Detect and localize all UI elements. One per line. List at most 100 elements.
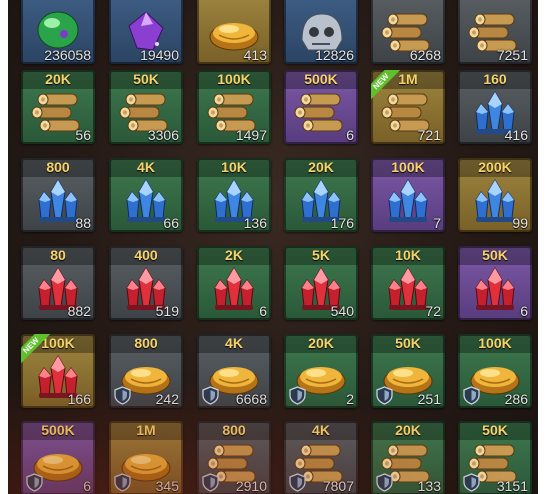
resource-amount-label: 20K [284,334,358,353]
shield-icon [114,473,131,492]
item-count: 1497 [235,127,267,143]
item-slot-red-crystal[interactable]: 2K 6 [197,246,271,320]
shield-icon [289,473,306,492]
item-count: 7807 [322,478,354,494]
item-slot-blue-crystal[interactable]: 800 88 [21,158,95,232]
item-count: 519 [155,303,179,319]
item-count: 136 [243,215,267,231]
item-count: 7 [433,215,441,231]
item-slot-blue-crystal[interactable]: 160 416 [458,70,532,144]
item-count: 7251 [496,47,528,63]
item-slot-wood[interactable]: 50K 3306 [109,70,183,144]
item-slot-wood[interactable]: 800 2910 [197,421,271,494]
item-slot-bread[interactable]: 50K 251 [371,334,445,408]
item-slot-bread[interactable]: 800 242 [109,334,183,408]
resource-amount-label: 400 [109,246,183,265]
resource-amount-label: 2K [197,246,271,265]
item-count: 12826 [315,47,354,63]
item-count: 540 [330,303,354,319]
item-slot-stone-skull[interactable]: 12826 [284,0,358,64]
shield-icon [26,473,43,492]
item-slot-blue-crystal[interactable]: 4K 66 [109,158,183,232]
resource-amount-label: 50K [458,246,532,265]
item-slot-bread[interactable]: 20K 2 [284,334,358,408]
item-count: 251 [417,391,441,407]
item-count: 6 [520,303,528,319]
resource-amount-label: 4K [197,334,271,353]
shield-icon [463,473,480,492]
red-crystal-icon [207,266,261,312]
item-count: 6 [346,127,354,143]
item-slot-wood[interactable]: 4K 7807 [284,421,358,494]
item-slot-red-crystal[interactable]: 5K 540 [284,246,358,320]
item-count: 6268 [409,47,441,63]
item-slot-wood[interactable]: 1M 721 NEW [371,70,445,144]
item-slot-wood[interactable]: 500K 6 [284,70,358,144]
wood-icon [294,90,348,136]
resource-amount-label: 1M [109,421,183,440]
item-slot-blue-crystal[interactable]: 200K 99 [458,158,532,232]
item-count: 99 [512,215,528,231]
item-count: 19490 [140,47,179,63]
item-slot-green-gem[interactable]: 236058 [21,0,95,64]
item-count: 56 [75,127,91,143]
item-slot-bread[interactable]: 1M 345 [109,421,183,494]
item-slot-blue-crystal[interactable]: 10K 136 [197,158,271,232]
item-count: 176 [330,215,354,231]
resource-amount-label: 50K [371,334,445,353]
item-count: 721 [417,127,441,143]
item-slot-bread[interactable]: 100K 286 [458,334,532,408]
resource-amount-label: 4K [284,421,358,440]
resource-amount-label: 50K [109,70,183,89]
item-count: 242 [155,391,179,407]
item-slot-wood[interactable]: 100K 1497 [197,70,271,144]
item-count: 88 [75,215,91,231]
shield-icon [463,386,480,405]
item-slot-bread[interactable]: 4K 6668 [197,334,271,408]
item-count: 3306 [147,127,179,143]
item-slot-red-crystal[interactable]: 80 882 [21,246,95,320]
item-slot-wood[interactable]: 20K 56 [21,70,95,144]
item-count: 286 [504,391,528,407]
item-count: 72 [425,303,441,319]
item-count: 66 [163,215,179,231]
resource-amount-label: 800 [109,334,183,353]
item-count: 2 [346,391,354,407]
item-count: 6668 [235,391,267,407]
item-count: 166 [67,391,91,407]
item-count: 345 [155,478,179,494]
item-count: 413 [243,47,267,63]
shield-icon [376,386,393,405]
resource-amount-label: 100K [197,70,271,89]
resource-amount-label: 80 [21,246,95,265]
resource-amount-label: 100K [458,334,532,353]
item-slot-red-crystal[interactable]: 10K 72 [371,246,445,320]
item-slot-wood[interactable]: 7251 [458,0,532,64]
item-slot-red-crystal[interactable]: 400 519 [109,246,183,320]
resource-amount-label: 500K [284,70,358,89]
item-slot-blue-crystal[interactable]: 20K 176 [284,158,358,232]
resource-amount-label: 200K [458,158,532,177]
resource-amount-label: 20K [371,421,445,440]
item-count: 6 [83,478,91,494]
item-slot-red-crystal[interactable]: 50K 6 [458,246,532,320]
shield-icon [202,386,219,405]
shield-icon [114,386,131,405]
item-count: 2910 [235,478,267,494]
resource-amount-label: 500K [21,421,95,440]
red-crystal-icon [468,266,522,312]
resource-amount-label: 10K [371,246,445,265]
item-slot-bread[interactable]: 413 [197,0,271,64]
blue-crystal-icon [381,178,435,224]
item-slot-wood[interactable]: 20K 133 [371,421,445,494]
item-slot-bread[interactable]: 500K 6 [21,421,95,494]
shield-icon [202,473,219,492]
item-slot-wood[interactable]: 6268 [371,0,445,64]
resource-amount-label: 800 [21,158,95,177]
shield-icon [289,386,306,405]
item-slot-purple-gem[interactable]: 19490 [109,0,183,64]
shield-icon [376,473,393,492]
item-slot-wood[interactable]: 50K 3151 [458,421,532,494]
item-slot-red-crystal[interactable]: 100K 166 NEW [21,334,95,408]
item-slot-blue-crystal[interactable]: 100K 7 [371,158,445,232]
